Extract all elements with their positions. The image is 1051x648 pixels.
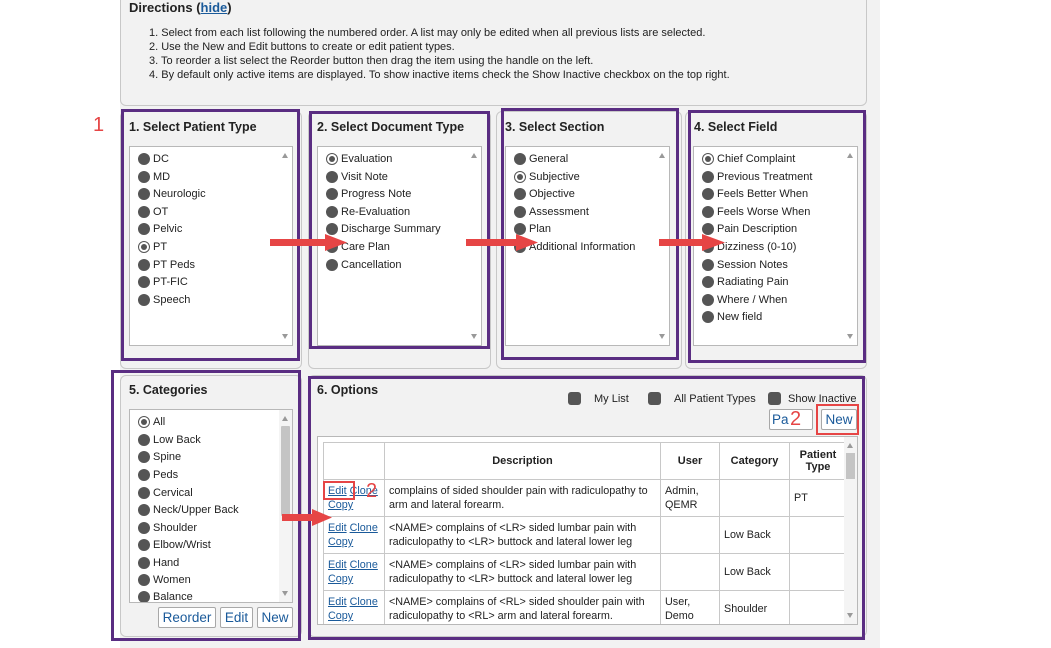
annotation-frame xyxy=(121,109,300,361)
hide-directions-link[interactable]: hide xyxy=(201,0,228,15)
directions-title-text: Directions xyxy=(129,0,193,15)
annotation-frame xyxy=(501,108,679,360)
annotation-number: 1 xyxy=(93,114,105,136)
annotation-highlight xyxy=(816,404,859,435)
annotation-frame xyxy=(308,376,865,640)
annotation-frame xyxy=(309,111,490,349)
annotation-frame xyxy=(688,110,866,363)
directions-step: 1. Select from each list following the n… xyxy=(149,27,706,39)
directions-title: Directions (hide) xyxy=(129,0,232,15)
directions-step: 3. To reorder a list select the Reorder … xyxy=(149,55,594,67)
annotation-highlight xyxy=(323,481,355,500)
annotation-frame xyxy=(111,370,301,641)
annotation-number: 2 xyxy=(366,480,378,502)
directions-step: 2. Use the New and Edit buttons to creat… xyxy=(149,41,455,53)
directions-steps: 1. Select from each list following the n… xyxy=(149,26,730,82)
directions-step: 4. By default only active items are disp… xyxy=(149,69,730,81)
annotation-number: 2 xyxy=(790,408,802,430)
